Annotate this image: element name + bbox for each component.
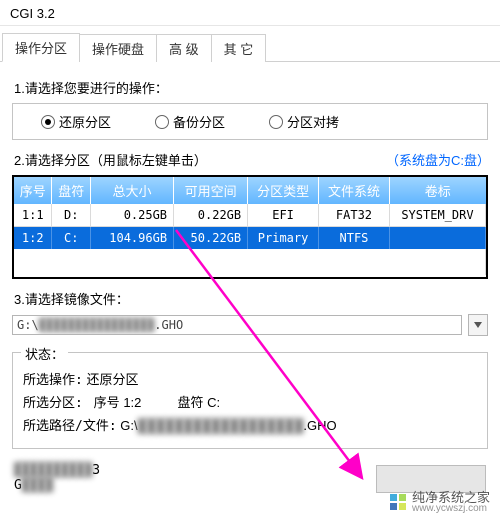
status-part-drv-value: C: <box>207 395 220 410</box>
section1-title: 1.请选择您要进行的操作： <box>14 78 490 97</box>
section2-hint: （系统盘为C:盘） <box>386 150 490 169</box>
cell-drive: D: <box>52 204 91 227</box>
status-groupbox: 状态： 所选操作: 还原分区 所选分区: 序号 1:2 盘符 C: 所选路径/文… <box>12 352 488 449</box>
window-title: CGI 3.2 <box>0 0 500 25</box>
watermark-url: www.ycwszj.com <box>412 504 490 514</box>
status-op-label: 所选操作: <box>23 373 83 388</box>
path-blurred: ████████████████ <box>39 318 155 332</box>
bottom-text-block: ██████████3 G████ <box>14 463 100 493</box>
cell-ptype: EFI <box>248 204 319 227</box>
status-part-drv-label: 盘符 <box>178 395 204 410</box>
tab-bar: 操作分区 操作硬盘 高 级 其 它 <box>0 32 500 62</box>
path-suffix: .GHO <box>154 318 183 332</box>
footer-line2-blur: ████ <box>22 478 53 493</box>
radio-restore-partition[interactable]: 还原分区 <box>41 112 111 131</box>
status-op-line: 所选操作: 还原分区 <box>23 369 477 388</box>
radio-label: 备份分区 <box>173 112 225 131</box>
footer-line1-suffix: 3 <box>92 463 100 478</box>
col-free: 可用空间 <box>174 177 248 204</box>
partition-table-wrap: 序号 盘符 总大小 可用空间 分区类型 文件系统 卷标 1:1 D: 0.25G… <box>12 175 488 279</box>
radio-label: 还原分区 <box>59 112 111 131</box>
cell-label: SYSTEM_DRV <box>389 204 485 227</box>
path-prefix: G:\ <box>17 318 39 332</box>
col-label: 卷标 <box>389 177 485 204</box>
chevron-down-icon <box>474 322 482 328</box>
section3-title: 3.请选择镜像文件： <box>14 289 490 308</box>
cell-free: 50.22GB <box>174 227 248 250</box>
status-part-label: 所选分区: <box>23 396 83 411</box>
table-header-row: 序号 盘符 总大小 可用空间 分区类型 文件系统 卷标 <box>14 177 486 204</box>
cell-free: 0.22GB <box>174 204 248 227</box>
tab-disk-ops[interactable]: 操作硬盘 <box>79 34 157 62</box>
operation-fieldset: 还原分区 备份分区 分区对拷 <box>12 103 488 140</box>
status-part-idx-value: 1:2 <box>123 395 141 410</box>
radio-clone-partition[interactable]: 分区对拷 <box>269 112 339 131</box>
status-part-line: 所选分区: 序号 1:2 盘符 C: <box>23 392 477 411</box>
cell-drive: C: <box>52 227 91 250</box>
radio-backup-partition[interactable]: 备份分区 <box>155 112 225 131</box>
execute-button[interactable] <box>376 465 486 493</box>
status-file-label: 所选路径/文件: <box>23 419 117 434</box>
table-row-selected[interactable]: 1:2 C: 104.96GB 50.22GB Primary NTFS <box>14 227 486 250</box>
col-ptype: 分区类型 <box>248 177 319 204</box>
radio-indicator-checked <box>41 115 55 129</box>
cell-total: 0.25GB <box>91 204 174 227</box>
status-part-idx-label: 序号 <box>94 395 120 410</box>
col-total: 总大小 <box>91 177 174 204</box>
col-fs: 文件系统 <box>319 177 390 204</box>
status-file-prefix: G:\ <box>120 418 137 433</box>
titlebar-separator <box>0 25 500 26</box>
section2-title-row: 2.请选择分区（用鼠标左键单击） （系统盘为C:盘） <box>14 150 490 169</box>
status-file-line: 所选路径/文件: G:\██████████████████.GHO <box>23 415 477 434</box>
image-file-row: G:\████████████████.GHO <box>12 314 488 336</box>
cell-fs: NTFS <box>319 227 390 250</box>
status-legend: 状态： <box>21 344 68 363</box>
section2-title: 2.请选择分区（用鼠标左键单击） <box>14 153 207 168</box>
status-op-value: 还原分区 <box>86 372 138 387</box>
table-empty-space <box>14 249 486 275</box>
watermark-logo-icon <box>390 494 408 512</box>
col-index: 序号 <box>14 177 52 204</box>
tab-other[interactable]: 其 它 <box>211 34 267 62</box>
cell-fs: FAT32 <box>319 204 390 227</box>
tab-partition-ops[interactable]: 操作分区 <box>2 33 80 62</box>
status-file-suffix: .GHO <box>303 418 336 433</box>
cell-index: 1:2 <box>14 227 52 250</box>
image-path-input[interactable]: G:\████████████████.GHO <box>12 315 462 335</box>
radio-indicator <box>155 115 169 129</box>
cell-total: 104.96GB <box>91 227 174 250</box>
bottom-row: ██████████3 G████ <box>14 463 486 493</box>
tab-advanced[interactable]: 高 级 <box>156 34 212 62</box>
cell-label <box>389 227 485 250</box>
radio-indicator <box>269 115 283 129</box>
image-path-dropdown-button[interactable] <box>468 314 488 336</box>
radio-label: 分区对拷 <box>287 112 339 131</box>
partition-table[interactable]: 序号 盘符 总大小 可用空间 分区类型 文件系统 卷标 1:1 D: 0.25G… <box>14 177 486 275</box>
status-file-blurred: ██████████████████ <box>138 418 304 433</box>
watermark: 纯净系统之家 www.ycwszj.com <box>390 491 490 514</box>
tab-content: 1.请选择您要进行的操作： 还原分区 备份分区 分区对拷 2.请选择分区（用鼠标… <box>0 62 500 493</box>
footer-line2-prefix: G <box>14 478 22 493</box>
col-drive: 盘符 <box>52 177 91 204</box>
table-row[interactable]: 1:1 D: 0.25GB 0.22GB EFI FAT32 SYSTEM_DR… <box>14 204 486 227</box>
cell-index: 1:1 <box>14 204 52 227</box>
footer-line1-blur: ██████████ <box>14 463 92 478</box>
cell-ptype: Primary <box>248 227 319 250</box>
